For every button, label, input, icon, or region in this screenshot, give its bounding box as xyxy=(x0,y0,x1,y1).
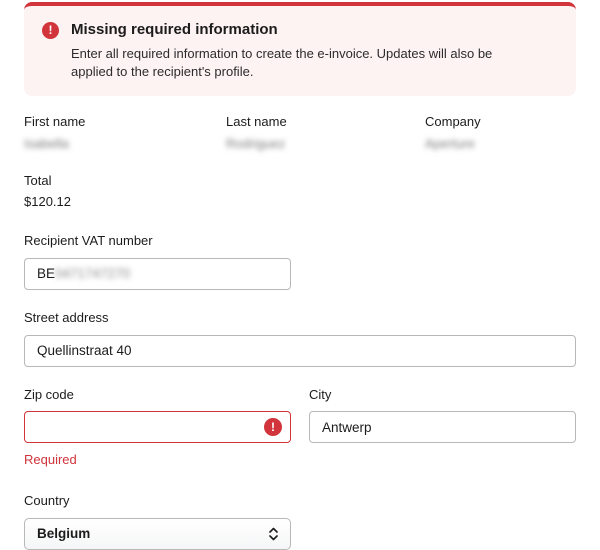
vat-field: Recipient VAT number BE0471747270 xyxy=(24,233,576,290)
missing-info-alert: ! Missing required information Enter all… xyxy=(24,2,576,96)
zip-field: Zip code ! Required xyxy=(24,387,291,468)
first-name-field: First name Isabella xyxy=(24,114,226,153)
country-select[interactable]: Belgium xyxy=(24,518,291,550)
first-name-value: Isabella xyxy=(24,136,69,151)
company-value: Aperture xyxy=(425,136,475,151)
last-name-value: Rodriguez xyxy=(226,136,285,151)
first-name-label: First name xyxy=(24,114,226,130)
last-name-label: Last name xyxy=(226,114,425,130)
total-field: Total $120.12 xyxy=(24,173,576,212)
zip-code-input[interactable] xyxy=(24,411,291,443)
e-invoice-form: First name Isabella Last name Rodriguez … xyxy=(0,114,600,550)
vat-label: Recipient VAT number xyxy=(24,233,576,249)
alert-content: Missing required information Enter all r… xyxy=(71,20,533,82)
city-label: City xyxy=(309,387,576,403)
country-field: Country Belgium xyxy=(24,493,576,550)
alert-circle-icon: ! xyxy=(42,22,59,39)
street-address-input[interactable] xyxy=(24,335,576,367)
last-name-field: Last name Rodriguez xyxy=(226,114,425,153)
zip-error-text: Required xyxy=(24,452,291,467)
city-field: City xyxy=(309,387,576,468)
zip-label: Zip code xyxy=(24,387,291,403)
company-label: Company xyxy=(425,114,576,130)
alert-title: Missing required information xyxy=(71,20,533,40)
city-input[interactable] xyxy=(309,411,576,443)
select-stepper-icon xyxy=(269,527,278,541)
company-field: Company Aperture xyxy=(425,114,576,153)
zip-city-row: Zip code ! Required City xyxy=(24,387,576,468)
country-label: Country xyxy=(24,493,576,509)
name-company-row: First name Isabella Last name Rodriguez … xyxy=(24,114,576,153)
country-selected-value: Belgium xyxy=(37,526,90,541)
vat-number-input[interactable]: BE0471747270 xyxy=(24,258,291,290)
street-label: Street address xyxy=(24,310,576,326)
alert-body-text: Enter all required information to create… xyxy=(71,45,533,83)
total-label: Total xyxy=(24,173,576,189)
vat-value-prefix: BE xyxy=(37,266,55,281)
vat-value-redacted: 0471747270 xyxy=(55,266,130,281)
street-field: Street address xyxy=(24,310,576,367)
total-value: $120.12 xyxy=(24,194,71,209)
